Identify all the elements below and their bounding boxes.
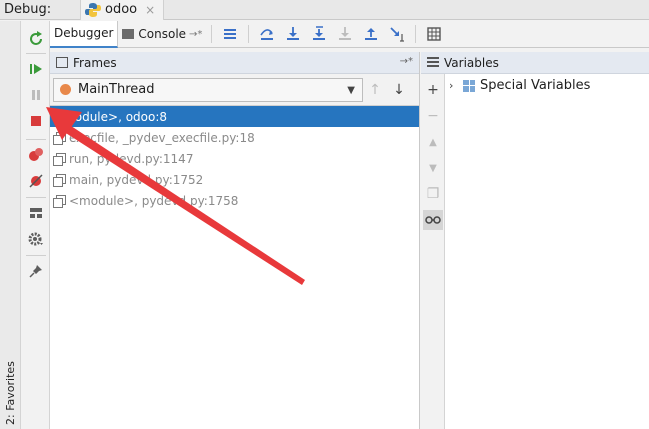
tab-console[interactable]: Console →* (118, 21, 206, 48)
frame-row[interactable]: <module>, odoo:8 (50, 106, 419, 127)
next-frame-icon[interactable]: ↓ (387, 78, 411, 102)
thread-name: MainThread (78, 82, 155, 97)
frame-label: execfile, _pydev_execfile.py:18 (69, 130, 255, 145)
chevron-down-icon: ▼ (347, 84, 355, 96)
special-variables-node[interactable]: › Special Variables (449, 78, 590, 93)
close-icon[interactable]: × (145, 3, 155, 17)
restore-layout-icon[interactable] (28, 205, 44, 221)
favorites-strip: 2: Favorites (0, 21, 21, 429)
step-over-icon[interactable] (254, 23, 280, 45)
debug-title-bar: Debug: odoo × (0, 0, 649, 20)
copy-icon[interactable]: ❐ (423, 184, 443, 204)
variables-header: Variables (421, 52, 649, 74)
pin-icon[interactable] (28, 263, 44, 279)
frame-label: main, pydevd.py:1752 (69, 172, 204, 187)
variables-title: Variables (444, 55, 499, 70)
evaluate-expression-icon[interactable] (421, 23, 447, 45)
resume-icon[interactable] (28, 61, 44, 77)
chevron-right-icon[interactable]: › (449, 79, 463, 92)
previous-frame-icon[interactable]: ↑ (363, 78, 387, 102)
thread-dropdown[interactable]: MainThread ▼ (53, 77, 363, 102)
frame-icon (53, 194, 66, 208)
mute-breakpoints-icon[interactable] (28, 173, 44, 189)
show-watches-glasses-icon[interactable] (423, 210, 443, 230)
run-to-cursor-icon[interactable] (384, 23, 410, 45)
pin-panel-icon[interactable]: →* (400, 56, 413, 67)
frames-header: Frames →* (50, 52, 419, 74)
debug-label: Debug: (4, 2, 52, 17)
frame-list: <module>, odoo:8 execfile, _pydev_execfi… (50, 106, 419, 211)
frame-label: <module>, pydevd.py:1758 (69, 193, 239, 208)
remove-watch-icon[interactable]: − (423, 106, 443, 126)
debugger-tab-bar: Debugger Console →* (50, 20, 649, 48)
frame-row[interactable]: main, pydevd.py:1752 (50, 169, 419, 190)
stop-icon[interactable] (28, 113, 44, 129)
variables-toolbar: + − ▲ ▼ ❐ (421, 74, 445, 429)
add-watch-icon[interactable]: + (423, 80, 443, 100)
view-breakpoints-icon[interactable] (28, 147, 44, 163)
settings-gear-icon[interactable] (28, 231, 44, 247)
pause-icon[interactable] (28, 87, 44, 103)
frame-row[interactable]: execfile, _pydev_execfile.py:18 (50, 127, 419, 148)
thread-status-icon (60, 84, 71, 95)
favorites-tab[interactable]: 2: Favorites (4, 355, 17, 425)
variables-group-icon (463, 79, 475, 92)
frame-icon (53, 131, 66, 145)
step-into-my-code-icon[interactable] (306, 23, 332, 45)
tab-debugger-label: Debugger (54, 26, 114, 40)
show-execution-point-icon[interactable] (217, 23, 243, 45)
step-into-icon[interactable] (280, 23, 306, 45)
frames-title: Frames (73, 55, 117, 70)
run-config-tab[interactable]: odoo × (80, 0, 165, 20)
move-up-icon[interactable]: ▲ (423, 132, 443, 152)
frame-row[interactable]: <module>, pydevd.py:1758 (50, 190, 419, 211)
python-icon (85, 2, 101, 17)
frame-label: <module>, odoo:8 (53, 109, 168, 124)
step-out-icon[interactable] (358, 23, 384, 45)
console-icon (122, 29, 135, 39)
frames-icon (56, 57, 68, 68)
variables-icon (427, 57, 439, 68)
move-down-icon[interactable]: ▼ (423, 158, 443, 178)
frame-icon (53, 173, 66, 187)
thread-selector-row: MainThread ▼ ↑ ↓ (50, 74, 419, 106)
frame-row[interactable]: run, pydevd.py:1147 (50, 148, 419, 169)
tab-debugger[interactable]: Debugger (50, 20, 119, 48)
frame-label: run, pydevd.py:1147 (69, 151, 194, 166)
debug-actions-toolbar (22, 21, 50, 429)
run-config-name: odoo (105, 2, 138, 17)
pin-tab-icon[interactable]: →* (189, 29, 202, 40)
tab-console-label: Console (138, 27, 187, 41)
special-variables-label: Special Variables (480, 78, 591, 93)
variables-panel: Variables + − ▲ ▼ ❐ › Special Variables (421, 52, 649, 429)
rerun-icon[interactable] (28, 31, 44, 47)
force-step-into-icon[interactable] (332, 23, 358, 45)
debug-tool-window: Debug: odoo × 2: Favorites Debugger Cons… (0, 0, 649, 429)
frame-icon (53, 152, 66, 166)
frames-panel: Frames →* MainThread ▼ ↑ ↓ <module>, odo… (50, 52, 420, 429)
